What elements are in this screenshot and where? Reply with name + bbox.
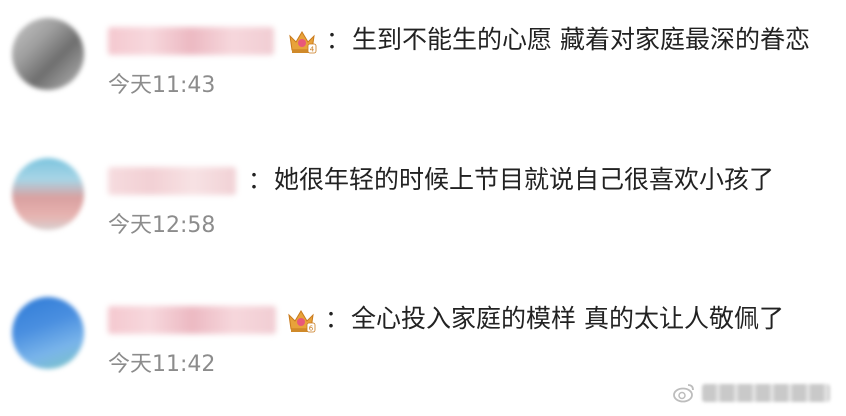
colon-separator: ： [325,305,349,333]
comment-item: ： 她很年轻的时候上节目就说自己很喜欢小孩了 今天12:58 [0,140,846,260]
comment-text: 全心投入家庭的模样 真的太让人敬佩了 [351,304,784,333]
comment-time: 今天11:43 [108,73,216,98]
avatar[interactable] [12,158,84,230]
crown-badge-icon: 4 [289,31,317,54]
avatar[interactable] [12,297,84,369]
crown-badge-icon: 6 [288,310,316,333]
badge-level: 6 [309,325,314,333]
watermark [672,381,832,405]
username-redacted[interactable] [108,306,276,334]
comment-text: 生到不能生的心愿 藏着对家庭最深的眷恋 [352,25,810,54]
badge-level: 4 [310,46,315,54]
username-redacted[interactable] [108,27,274,55]
watermark-username-redacted [702,384,830,402]
colon-separator: ： [248,166,272,194]
comment-time: 今天11:42 [108,352,216,377]
avatar[interactable] [12,18,84,90]
comment-time: 今天12:58 [108,213,216,238]
colon-separator: ： [326,26,350,54]
username-redacted[interactable] [108,167,236,195]
weibo-logo-icon [673,384,694,403]
comment-text: 她很年轻的时候上节目就说自己很喜欢小孩了 [274,165,775,194]
comment-item: 4 ： 生到不能生的心愿 藏着对家庭最深的眷恋 今天11:43 [0,0,846,120]
